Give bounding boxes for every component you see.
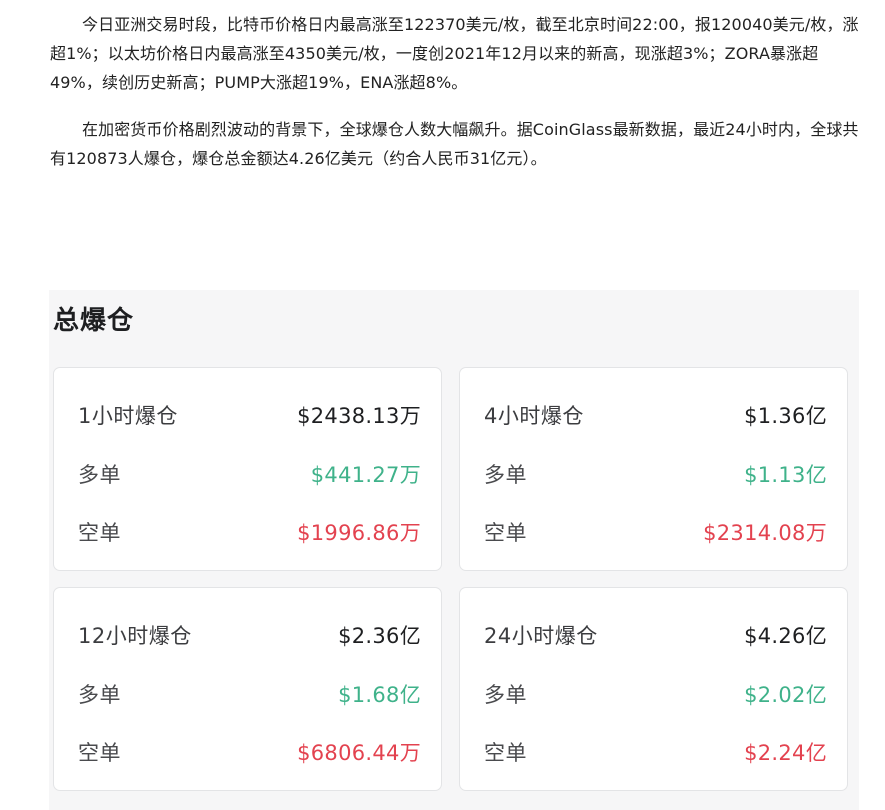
long-value: $1.13亿 (744, 463, 827, 487)
short-value: $2314.08万 (703, 521, 827, 545)
card-title: 12小时爆仓 (78, 624, 192, 648)
card-total-row: 1小时爆仓 $2438.13万 (78, 398, 421, 432)
liquidation-card-12h: 12小时爆仓 $2.36亿 多单 $1.68亿 空单 $6806.44万 (53, 587, 442, 791)
long-value: $1.68亿 (338, 683, 421, 707)
card-long-row: 多单 $1.68亿 (78, 677, 421, 711)
card-short-row: 空单 $6806.44万 (78, 735, 421, 769)
liquidation-card-4h: 4小时爆仓 $1.36亿 多单 $1.13亿 空单 $2314.08万 (459, 367, 848, 571)
short-value: $1996.86万 (297, 521, 421, 545)
card-total-row: 12小时爆仓 $2.36亿 (78, 618, 421, 652)
card-long-row: 多单 $441.27万 (78, 457, 421, 491)
long-label: 多单 (78, 463, 121, 487)
short-value: $6806.44万 (297, 741, 421, 765)
article-body: 今日亚洲交易时段，比特币价格日内最高涨至122370美元/枚，截至北京时间22:… (50, 10, 865, 191)
long-label: 多单 (484, 463, 527, 487)
short-label: 空单 (484, 741, 527, 765)
short-label: 空单 (484, 521, 527, 545)
long-label: 多单 (78, 683, 121, 707)
article-paragraph-1: 今日亚洲交易时段，比特币价格日内最高涨至122370美元/枚，截至北京时间22:… (50, 15, 859, 92)
card-total-value: $4.26亿 (744, 624, 827, 648)
card-total-value: $2.36亿 (338, 624, 421, 648)
card-title: 4小时爆仓 (484, 404, 584, 428)
card-short-row: 空单 $2314.08万 (484, 515, 827, 549)
card-total-row: 24小时爆仓 $4.26亿 (484, 618, 827, 652)
article-paragraph-2: 在加密货币价格剧烈波动的背景下，全球爆仓人数大幅飙升。据CoinGlass最新数… (50, 120, 859, 168)
card-total-value: $1.36亿 (744, 404, 827, 428)
card-long-row: 多单 $2.02亿 (484, 677, 827, 711)
short-label: 空单 (78, 521, 121, 545)
card-title: 24小时爆仓 (484, 624, 598, 648)
long-label: 多单 (484, 683, 527, 707)
liquidation-card-24h: 24小时爆仓 $4.26亿 多单 $2.02亿 空单 $2.24亿 (459, 587, 848, 791)
card-short-row: 空单 $2.24亿 (484, 735, 827, 769)
widget-title: 总爆仓 (53, 306, 135, 336)
card-short-row: 空单 $1996.86万 (78, 515, 421, 549)
card-title: 1小时爆仓 (78, 404, 178, 428)
short-value: $2.24亿 (744, 741, 827, 765)
card-long-row: 多单 $1.13亿 (484, 457, 827, 491)
liquidation-widget: 总爆仓 1小时爆仓 $2438.13万 多单 $441.27万 空单 $1996… (49, 290, 859, 810)
card-total-row: 4小时爆仓 $1.36亿 (484, 398, 827, 432)
long-value: $441.27万 (310, 463, 421, 487)
long-value: $2.02亿 (744, 683, 827, 707)
liquidation-card-1h: 1小时爆仓 $2438.13万 多单 $441.27万 空单 $1996.86万 (53, 367, 442, 571)
card-total-value: $2438.13万 (297, 404, 421, 428)
short-label: 空单 (78, 741, 121, 765)
